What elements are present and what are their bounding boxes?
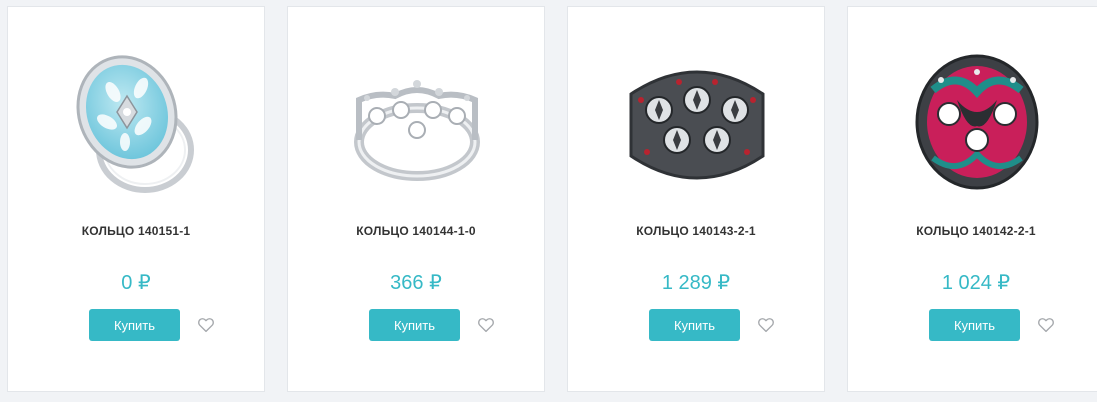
product-title[interactable]: КОЛЬЦО 140144-1-0 xyxy=(288,224,544,238)
product-image-ring-black-openwork xyxy=(629,70,765,180)
product-price: 1 289 ₽ xyxy=(661,272,731,294)
product-price: 0 ₽ xyxy=(121,272,151,294)
product-title[interactable]: КОЛЬЦО 140142-2-1 xyxy=(848,224,1097,238)
product-price: 1 024 ₽ xyxy=(941,272,1011,294)
buy-button[interactable]: Купить xyxy=(89,309,180,341)
buy-button[interactable]: Купить xyxy=(369,309,460,341)
buy-button[interactable]: Купить xyxy=(929,309,1020,341)
product-image-link[interactable] xyxy=(897,30,1057,200)
product-card: КОЛЬЦО 140151-1 0 ₽ Купить xyxy=(7,6,265,392)
heart-outline-icon[interactable] xyxy=(1037,316,1055,334)
heart-outline-icon[interactable] xyxy=(197,316,215,334)
product-card: КОЛЬЦО 140143-2-1 1 289 ₽ Купить xyxy=(567,6,825,392)
heart-outline-icon[interactable] xyxy=(757,316,775,334)
product-title[interactable]: КОЛЬЦО 140143-2-1 xyxy=(568,224,824,238)
product-image-ring-pink-enamel xyxy=(915,54,1039,190)
product-image-link[interactable] xyxy=(337,30,497,200)
product-image-ring-blue-enamel xyxy=(76,55,194,193)
heart-outline-icon[interactable] xyxy=(477,316,495,334)
product-card: КОЛЬЦО 140142-2-1 1 024 ₽ Купить xyxy=(847,6,1097,392)
product-price: 366 ₽ xyxy=(390,272,442,294)
product-image-ring-silver-crown xyxy=(354,80,480,181)
product-title[interactable]: КОЛЬЦО 140151-1 xyxy=(8,224,264,238)
product-card: КОЛЬЦО 140144-1-0 366 ₽ Купить xyxy=(287,6,545,392)
product-image-link[interactable] xyxy=(617,30,777,200)
buy-button[interactable]: Купить xyxy=(649,309,740,341)
product-image-link[interactable] xyxy=(57,30,217,200)
product-grid: КОЛЬЦО 140151-1 0 ₽ Купить КОЛЬЦО 140144… xyxy=(0,0,1097,402)
